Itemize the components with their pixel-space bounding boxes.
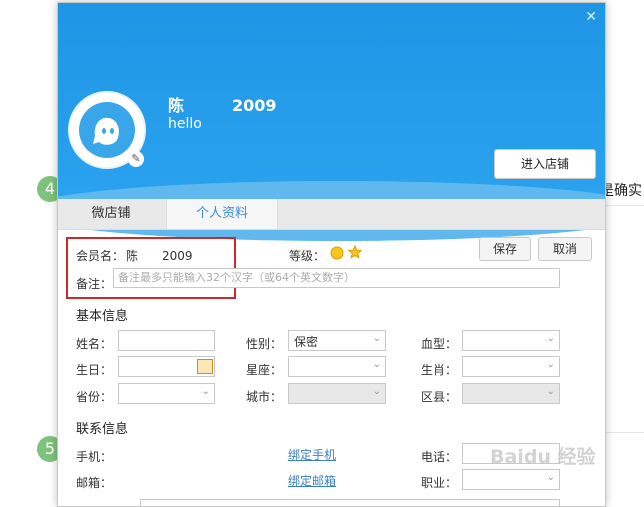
bind-email-link[interactable]: 绑定邮箱 <box>288 472 336 489</box>
chevron-down-icon: ⌄ <box>546 359 555 370</box>
background-divider <box>605 205 644 206</box>
baidu-watermark: Baidu 经验 <box>490 446 596 468</box>
city-label: 城市： <box>246 390 283 404</box>
phone-label: 电话： <box>421 450 458 464</box>
job-label: 职业： <box>421 476 458 490</box>
save-button[interactable]: 保存 <box>479 237 531 261</box>
gender-value: 保密 <box>294 335 319 349</box>
contact-info-title: 联系信息 <box>76 422 129 437</box>
edit-avatar-icon[interactable]: ✎ <box>128 151 144 167</box>
avatar[interactable]: ✎ <box>68 91 146 169</box>
remark-input[interactable]: 备注最多只能输入32个汉字（或64个英文数字） <box>113 268 560 288</box>
name-label: 姓名： <box>76 337 113 351</box>
mobile-label: 手机： <box>76 450 113 464</box>
constellation-select[interactable]: ⌄ <box>288 356 386 377</box>
enter-shop-button[interactable]: 进入店铺 <box>494 149 596 179</box>
chevron-down-icon: ⌄ <box>372 359 381 370</box>
bind-mobile-link[interactable]: 绑定手机 <box>288 446 336 463</box>
blood-type-select[interactable]: ⌄ <box>462 330 560 351</box>
gender-select[interactable]: 保密 ⌄ <box>288 330 386 351</box>
tab-profile[interactable]: 个人资料 <box>166 199 278 229</box>
username: 陈 2009 <box>168 96 277 115</box>
user-signature[interactable]: hello <box>168 116 202 132</box>
district-label: 区县： <box>421 390 458 404</box>
level-sun-icon <box>330 246 344 260</box>
chevron-down-icon: ⌄ <box>546 333 555 344</box>
profile-dialog: ✕ ✎ 陈 2009 hello 进入店铺 微店铺 个人资料 会员名： 陈 20… <box>57 2 606 507</box>
level-label: 等级： <box>289 249 326 263</box>
constellation-label: 星座： <box>246 363 283 377</box>
remark-label: 备注： <box>76 277 113 291</box>
member-name-value: 陈 2009 <box>126 249 193 263</box>
tab-micro-shop[interactable]: 微店铺 <box>58 199 164 229</box>
job-select[interactable]: ⌄ <box>462 469 560 490</box>
mascot-icon <box>93 117 119 145</box>
province-label: 省份： <box>76 390 113 404</box>
chevron-down-icon: ⌄ <box>372 333 381 344</box>
member-name-label: 会员名： <box>76 249 125 263</box>
chevron-down-icon: ⌄ <box>372 386 381 397</box>
level-star-icon <box>348 245 362 259</box>
province-select[interactable]: ⌄ <box>118 383 215 404</box>
close-icon[interactable]: ✕ <box>585 9 597 25</box>
calendar-icon[interactable] <box>197 359 213 374</box>
address-input[interactable] <box>140 499 560 506</box>
blood-type-label: 血型： <box>421 337 458 351</box>
avatar-image <box>79 102 135 158</box>
background-text: 是确实 <box>600 183 642 199</box>
chevron-down-icon: ⌄ <box>546 386 555 397</box>
background-divider <box>605 432 644 433</box>
name-input[interactable] <box>118 330 215 351</box>
basic-info-title: 基本信息 <box>76 309 129 324</box>
chevron-down-icon: ⌄ <box>546 472 555 483</box>
dialog-header: ✕ ✎ 陈 2009 hello 进入店铺 <box>58 3 605 241</box>
birthday-input[interactable] <box>118 356 215 377</box>
zodiac-select[interactable]: ⌄ <box>462 356 560 377</box>
cancel-button[interactable]: 取消 <box>538 237 592 261</box>
birthday-label: 生日： <box>76 363 113 377</box>
email-label: 邮箱： <box>76 476 113 490</box>
city-select[interactable]: ⌄ <box>288 383 386 404</box>
zodiac-label: 生肖： <box>421 363 458 377</box>
district-select[interactable]: ⌄ <box>462 383 560 404</box>
chevron-down-icon: ⌄ <box>201 386 210 397</box>
tab-bar: 微店铺 个人资料 <box>58 199 605 230</box>
gender-label: 性别： <box>246 337 283 351</box>
